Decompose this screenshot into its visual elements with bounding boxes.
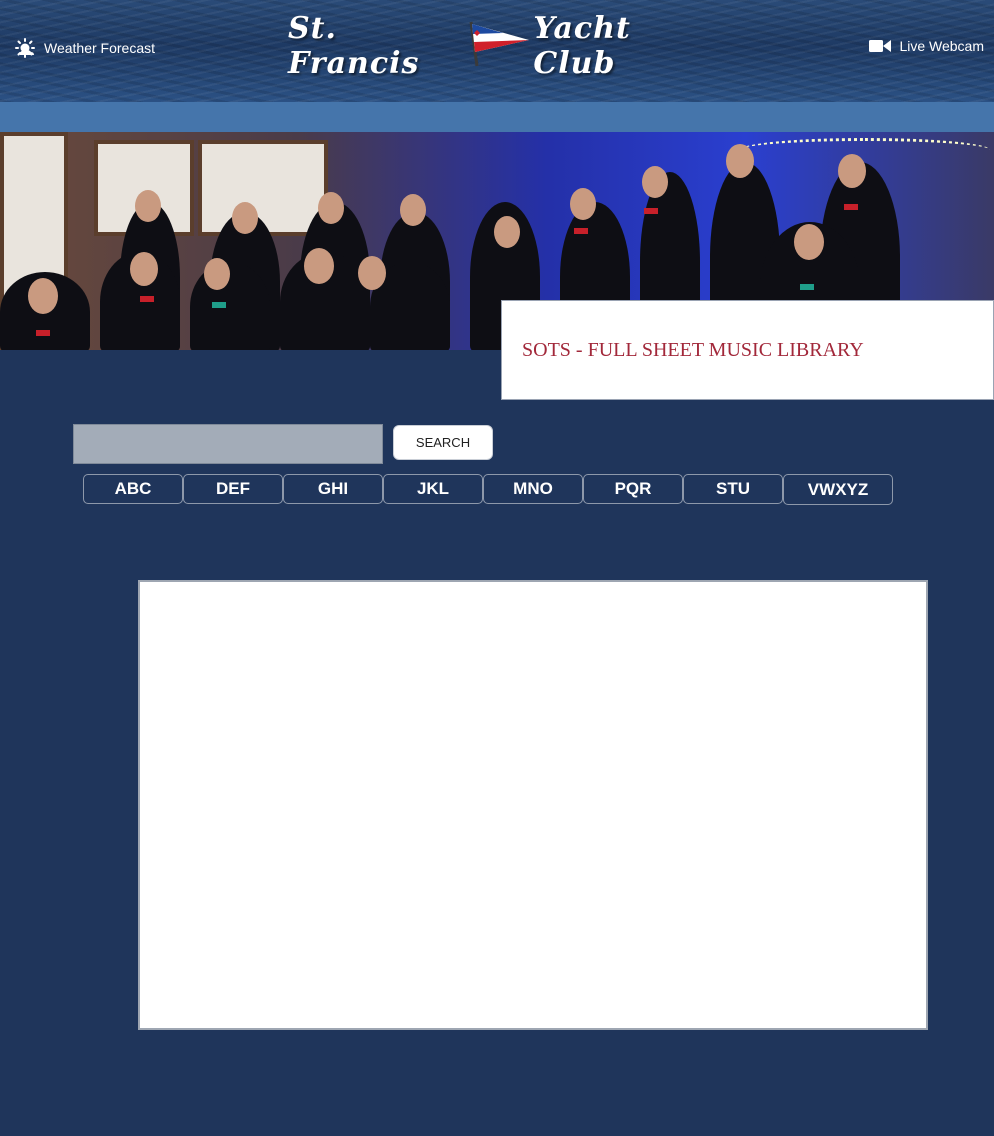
- brand-name-left: St. Francis: [288, 11, 420, 81]
- bow-tie: [644, 208, 658, 214]
- string-lights: [740, 138, 990, 162]
- face: [642, 166, 668, 198]
- face: [304, 248, 334, 284]
- alpha-button-jkl[interactable]: JKL: [383, 474, 483, 504]
- page-title-card: SOTS - FULL SHEET MUSIC LIBRARY: [501, 300, 994, 400]
- weather-forecast-label: Weather Forecast: [44, 40, 156, 56]
- face: [400, 194, 426, 226]
- face: [494, 216, 520, 248]
- face: [28, 278, 58, 314]
- alpha-button-abc[interactable]: ABC: [83, 474, 183, 504]
- brand-name-right: Yacht Club: [533, 11, 631, 81]
- video-camera-icon: [869, 39, 892, 53]
- alpha-button-stu[interactable]: STU: [683, 474, 783, 504]
- site-header: Weather Forecast St. Francis Yacht Club …: [0, 0, 994, 102]
- live-webcam-label: Live Webcam: [899, 38, 984, 54]
- face: [130, 252, 158, 286]
- club-burgee-flag: [463, 16, 533, 76]
- face: [204, 258, 230, 290]
- weather-sun-icon: [14, 38, 36, 58]
- face: [726, 144, 754, 178]
- alpha-button-ghi[interactable]: GHI: [283, 474, 383, 504]
- navigation-bar: [0, 102, 994, 132]
- bow-tie: [36, 330, 50, 336]
- alphabet-index: ABC DEF GHI JKL MNO PQR STU VWXYZ: [83, 474, 893, 505]
- alpha-button-vwxyz[interactable]: VWXYZ: [783, 474, 893, 505]
- search-input[interactable]: [73, 424, 383, 464]
- page-title: SOTS - FULL SHEET MUSIC LIBRARY: [522, 338, 864, 361]
- face: [358, 256, 386, 290]
- face: [318, 192, 344, 224]
- bow-tie: [844, 204, 858, 210]
- search-button[interactable]: SEARCH: [393, 425, 493, 460]
- bow-tie: [140, 296, 154, 302]
- face: [232, 202, 258, 234]
- face: [135, 190, 161, 222]
- bow-tie: [800, 284, 814, 290]
- alpha-button-pqr[interactable]: PQR: [583, 474, 683, 504]
- singer: [190, 262, 270, 350]
- weather-forecast-link[interactable]: Weather Forecast: [14, 38, 155, 58]
- alpha-button-def[interactable]: DEF: [183, 474, 283, 504]
- alpha-button-mno[interactable]: MNO: [483, 474, 583, 504]
- face: [570, 188, 596, 220]
- face: [794, 224, 824, 260]
- results-frame[interactable]: [138, 580, 928, 1030]
- club-logo[interactable]: St. Francis Yacht Club: [288, 11, 708, 81]
- bow-tie: [212, 302, 226, 308]
- live-webcam-link[interactable]: Live Webcam: [869, 38, 984, 54]
- face: [838, 154, 866, 188]
- bow-tie: [574, 228, 588, 234]
